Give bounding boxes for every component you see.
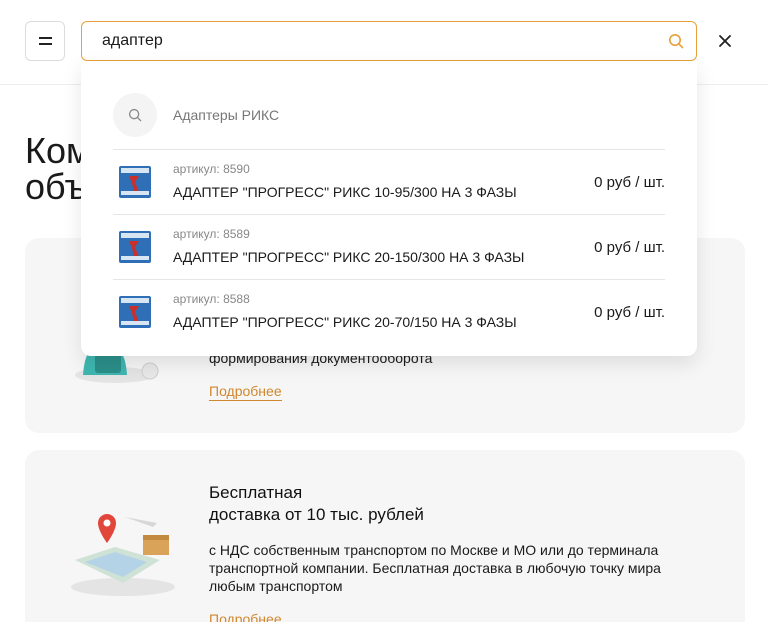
search-icon xyxy=(128,108,142,122)
more-link[interactable]: Подробнее xyxy=(209,382,282,401)
product-price: 0 руб / шт. xyxy=(594,174,665,191)
search-icon[interactable] xyxy=(668,33,684,49)
card-text: с НДС собственным транспортом по Москве … xyxy=(209,542,661,594)
menu-icon-line xyxy=(38,43,52,45)
product-article: артикул: 8590 xyxy=(173,162,250,176)
product-thumbnail xyxy=(119,166,151,198)
feature-card: Бесплатная доставка от 10 тыс. рублей с … xyxy=(25,450,745,622)
close-icon[interactable] xyxy=(714,30,736,52)
product-price: 0 руб / шт. xyxy=(594,239,665,256)
product-name: АДАПТЕР "ПРОГРЕСС" РИКС 10-95/300 НА 3 Ф… xyxy=(173,184,517,200)
menu-icon-line xyxy=(38,37,52,39)
more-link[interactable]: Подробнее xyxy=(209,610,282,622)
suggestion-icon-wrap xyxy=(113,93,157,137)
product-result[interactable]: артикул: 8589 АДАПТЕР "ПРОГРЕСС" РИКС 20… xyxy=(113,215,665,279)
delivery-map-illustration-icon xyxy=(71,514,175,596)
search-dropdown: Адаптеры РИКС артикул: 8590 АДАПТЕР "ПРО… xyxy=(81,61,697,356)
suggestion-label: Адаптеры РИКС xyxy=(173,107,280,123)
product-article: артикул: 8588 xyxy=(173,292,250,306)
product-name: АДАПТЕР "ПРОГРЕСС" РИКС 20-150/300 НА 3 … xyxy=(173,249,525,265)
product-thumbnail xyxy=(119,231,151,263)
product-result[interactable]: артикул: 8588 АДАПТЕР "ПРОГРЕСС" РИКС 20… xyxy=(113,280,665,344)
product-thumbnail xyxy=(119,296,151,328)
product-result[interactable]: артикул: 8590 АДАПТЕР "ПРОГРЕСС" РИКС 10… xyxy=(113,150,665,214)
card-heading-line: доставка от 10 тыс. рублей xyxy=(209,505,424,524)
menu-button[interactable] xyxy=(25,21,65,61)
card-heading: Бесплатная доставка от 10 тыс. рублей xyxy=(209,482,424,526)
product-price: 0 руб / шт. xyxy=(594,304,665,321)
product-name: АДАПТЕР "ПРОГРЕСС" РИКС 20-70/150 НА 3 Ф… xyxy=(173,314,517,330)
product-article: артикул: 8589 xyxy=(173,227,250,241)
suggestion-item[interactable]: Адаптеры РИКС xyxy=(113,93,673,137)
card-heading-line: Бесплатная xyxy=(209,483,303,502)
search-box[interactable] xyxy=(81,21,697,61)
search-input[interactable] xyxy=(102,22,662,59)
